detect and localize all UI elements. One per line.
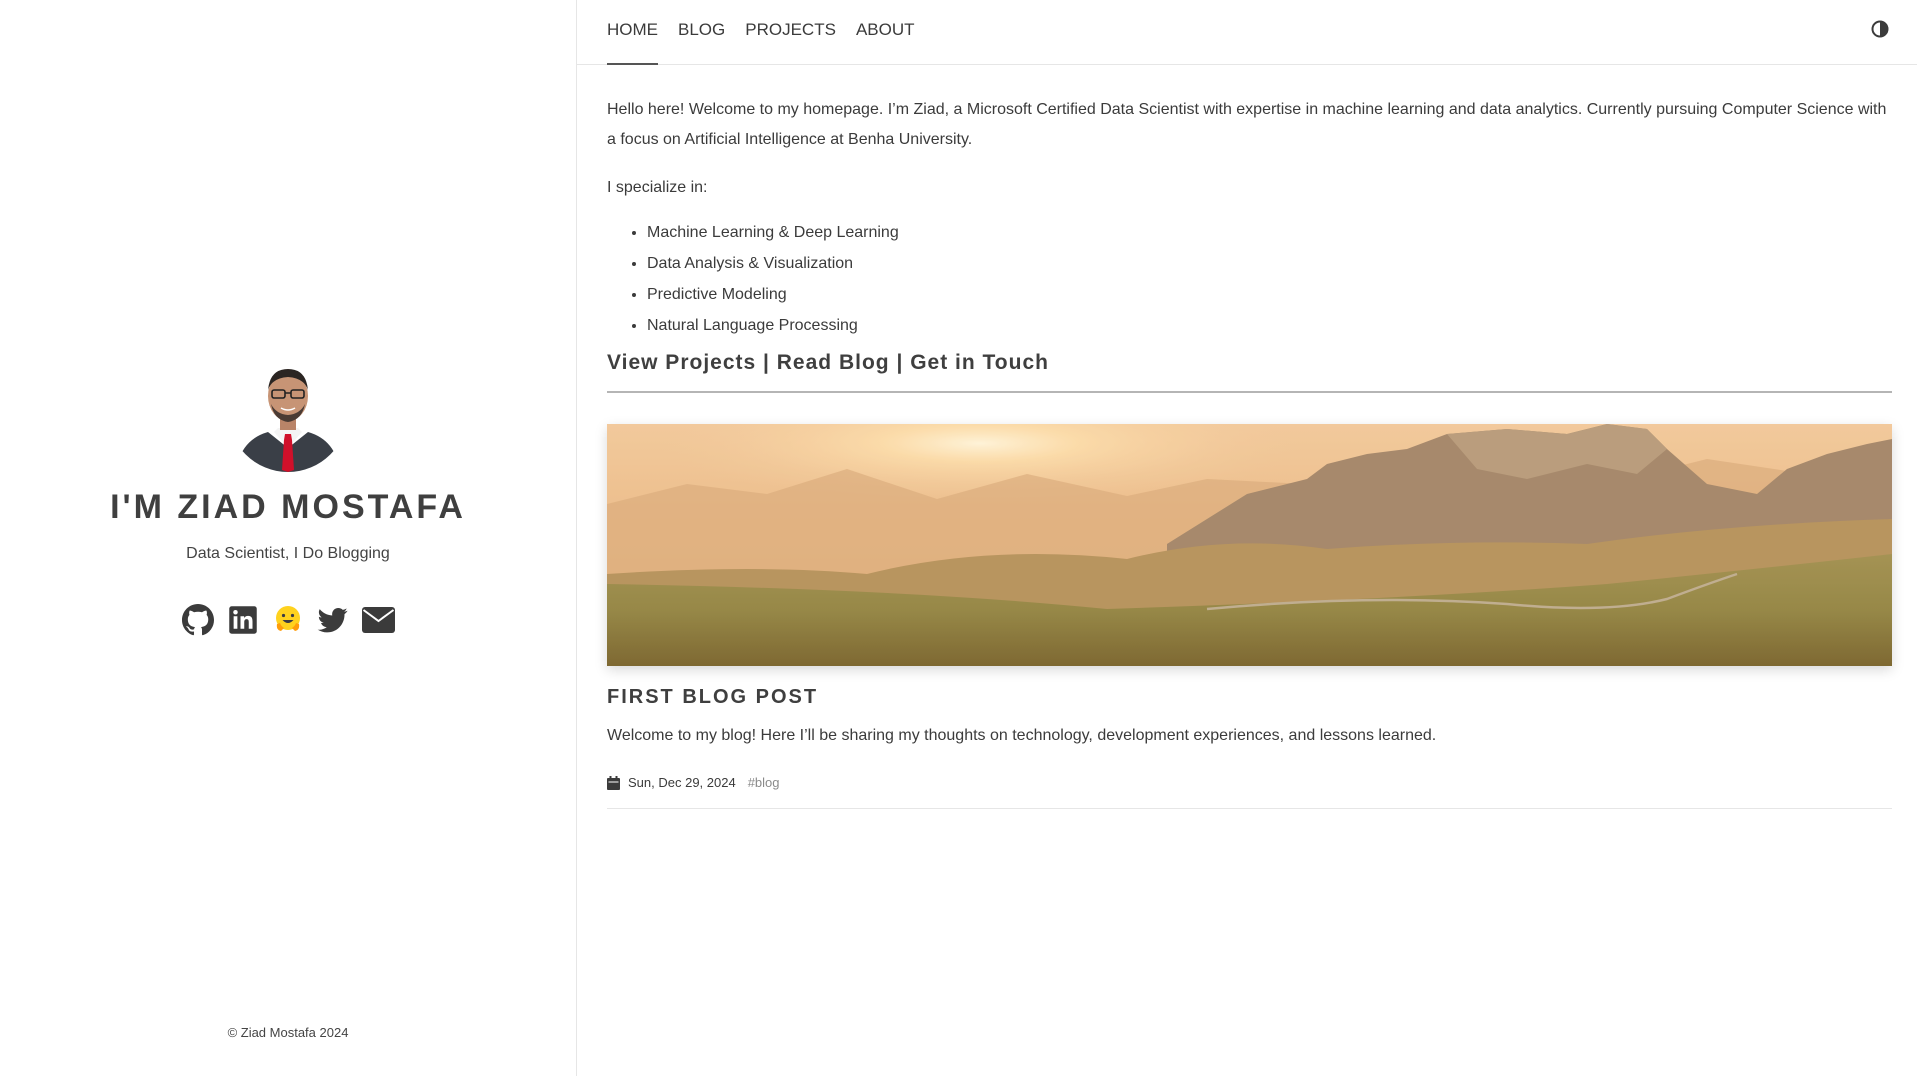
intro-text: Hello here! Welcome to my homepage. I’m …	[607, 101, 1887, 148]
contrast-icon	[1871, 20, 1889, 38]
nav-home[interactable]: HOME	[607, 20, 658, 65]
post-title[interactable]: FIRST BLOG POST	[607, 686, 1892, 709]
post-excerpt: Welcome to my blog! Here I’ll be sharing…	[607, 727, 1437, 744]
top-navigation: HOME BLOG PROJECTS ABOUT	[577, 0, 1917, 65]
cta-separator: |	[763, 351, 770, 374]
list-item: Data Analysis & Visualization	[647, 248, 1892, 279]
nav-links: HOME BLOG PROJECTS ABOUT	[607, 20, 915, 65]
cta-separator: |	[896, 351, 904, 374]
post-date: Sun, Dec 29, 2024	[628, 775, 736, 790]
social-links	[182, 603, 395, 636]
main-content: HOME BLOG PROJECTS ABOUT Hello here! Wel…	[577, 0, 1917, 1076]
list-item: Predictive Modeling	[647, 279, 1892, 310]
github-icon	[182, 603, 214, 635]
linkedin-icon	[229, 605, 257, 634]
profile: I'M ZIAD MOSTAFA Data Scientist, I Do Bl…	[0, 352, 576, 636]
huggingface-icon	[276, 605, 300, 631]
theme-toggle-button[interactable]	[1871, 20, 1889, 38]
huggingface-link[interactable]	[272, 603, 305, 636]
twitter-icon	[317, 607, 348, 632]
list-item: Machine Learning & Deep Learning	[647, 217, 1892, 248]
email-link[interactable]	[361, 603, 395, 636]
post-hero-image[interactable]	[607, 424, 1892, 666]
get-in-touch-link[interactable]: Get in Touch	[910, 351, 1049, 374]
profile-name: I'M ZIAD MOSTAFA	[110, 488, 466, 526]
specialty-list: Machine Learning & Deep Learning Data An…	[607, 217, 1892, 341]
nav-projects[interactable]: PROJECTS	[745, 20, 836, 65]
blog-post-card: FIRST BLOG POST Welcome to my blog! Here…	[607, 424, 1892, 809]
sidebar: I'M ZIAD MOSTAFA Data Scientist, I Do Bl…	[0, 0, 577, 1076]
avatar	[228, 352, 348, 472]
view-projects-link[interactable]: View Projects	[607, 351, 756, 374]
nav-blog[interactable]: BLOG	[678, 20, 725, 65]
post-meta: Sun, Dec 29, 2024 #blog	[607, 775, 1892, 809]
specialize-label: I specialize in:	[607, 179, 708, 196]
read-blog-link[interactable]: Read Blog	[777, 351, 890, 374]
calendar-icon	[607, 775, 620, 790]
post-tag[interactable]: #blog	[748, 775, 780, 790]
list-item: Natural Language Processing	[647, 310, 1892, 341]
copyright: © Ziad Mostafa 2024	[227, 1025, 349, 1040]
twitter-link[interactable]	[317, 603, 350, 636]
github-link[interactable]	[182, 603, 215, 636]
call-to-action: View Projects | Read Blog | Get in Touch	[607, 351, 1892, 393]
linkedin-link[interactable]	[227, 603, 260, 636]
profile-subtitle: Data Scientist, I Do Blogging	[186, 545, 390, 562]
envelope-icon	[361, 606, 395, 633]
home-content: Hello here! Welcome to my homepage. I’m …	[607, 95, 1892, 809]
nav-about[interactable]: ABOUT	[856, 20, 915, 65]
